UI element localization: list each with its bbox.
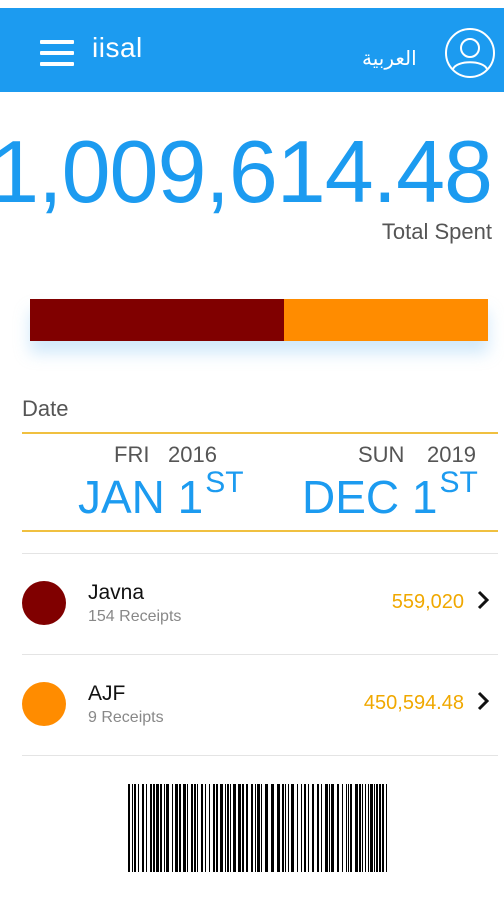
app-bar: iisal العربية — [0, 8, 504, 92]
start-year: 2016 — [168, 442, 217, 467]
start-date-picker[interactable]: FRI 2016 JAN 1ST — [78, 434, 248, 530]
end-year: 2019 — [427, 442, 476, 467]
receipt-count: 154 Receipts — [88, 608, 182, 625]
spending-breakdown-bar — [30, 299, 488, 341]
hamburger-menu-icon[interactable] — [40, 40, 74, 66]
total-spent-label: Total Spent — [381, 219, 492, 244]
color-dot-icon — [22, 581, 66, 625]
merchant-name: AJF — [88, 682, 126, 705]
date-label: Date — [22, 396, 69, 421]
color-dot-icon — [22, 682, 66, 726]
merchant-list: Javna 154 Receipts 559,020 AJF 9 Receipt… — [22, 553, 498, 756]
end-weekday: SUN — [358, 442, 405, 467]
date-range: FRI 2016 JAN 1ST SUN 2019 DEC 1ST — [22, 432, 498, 532]
app-title: iisal — [92, 32, 143, 63]
merchant-row-ajf[interactable]: AJF 9 Receipts 450,594.48 — [22, 654, 498, 756]
chevron-right-icon — [477, 691, 490, 711]
chevron-right-icon — [477, 590, 490, 610]
merchant-amount: 559,020 — [391, 591, 464, 613]
merchant-name: Javna — [88, 581, 145, 604]
merchant-row-javna[interactable]: Javna 154 Receipts 559,020 — [22, 553, 498, 654]
barcode-image — [128, 784, 387, 872]
start-date: JAN 1ST — [78, 466, 244, 523]
receipt-count: 9 Receipts — [88, 709, 164, 726]
start-weekday: FRI — [114, 442, 150, 467]
merchant-amount: 450,594.48 — [363, 692, 464, 714]
end-date: DEC 1ST — [302, 466, 478, 523]
bar-segment-javna — [30, 299, 284, 341]
bar-segment-ajf — [283, 299, 488, 341]
total-spent-amount: 1,009,614.48 — [0, 122, 493, 221]
language-toggle-link[interactable]: العربية — [362, 46, 417, 70]
user-avatar-icon[interactable] — [444, 27, 496, 79]
end-date-picker[interactable]: SUN 2019 DEC 1ST — [302, 434, 482, 530]
